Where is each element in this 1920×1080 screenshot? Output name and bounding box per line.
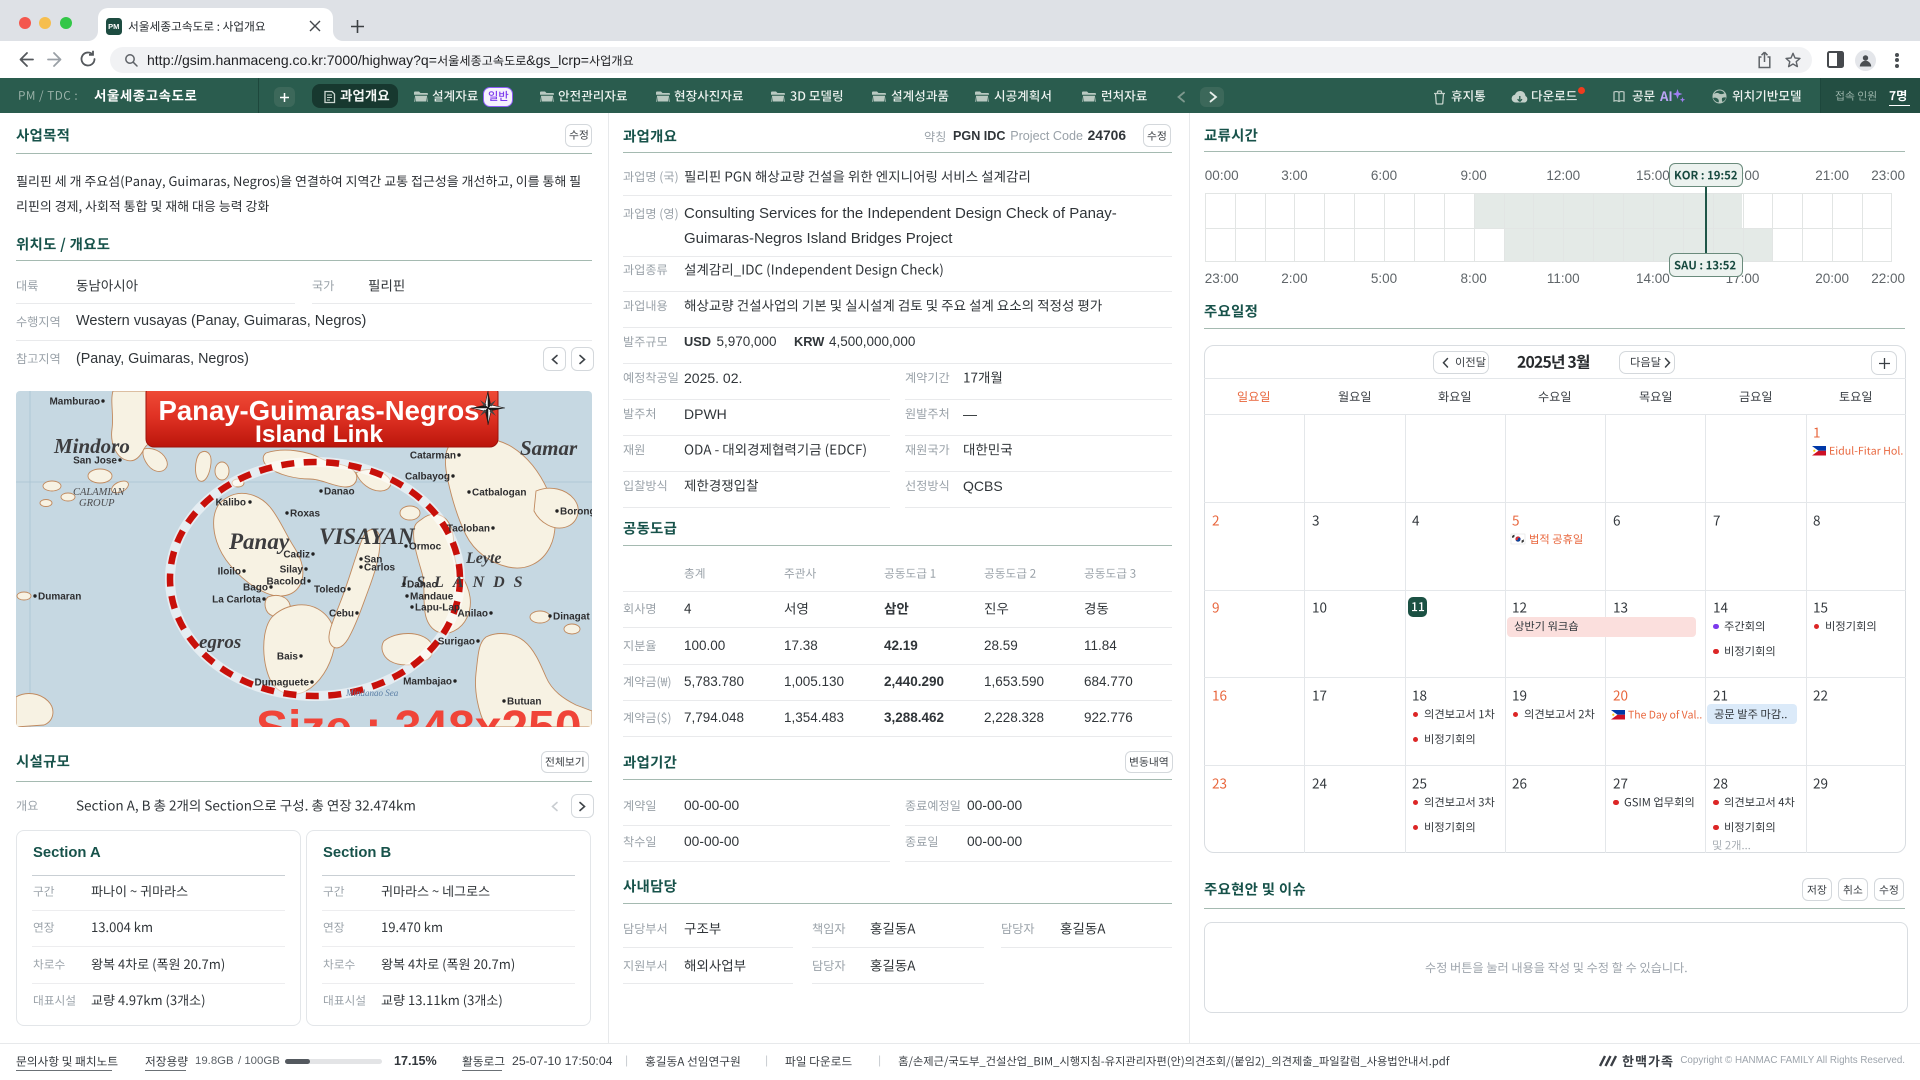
svg-text:Island Link: Island Link (255, 421, 383, 448)
svg-text:Lapu-Lap: Lapu-Lap (415, 603, 460, 614)
svg-text:GROUP: GROUP (79, 498, 115, 509)
svg-text:Surigao: Surigao (438, 637, 475, 648)
svg-text:Dumaran: Dumaran (38, 592, 81, 603)
svg-text:CALAMIAN: CALAMIAN (73, 487, 125, 498)
svg-text:Cadiz: Cadiz (283, 550, 310, 561)
svg-text:Iloilo: Iloilo (218, 567, 241, 578)
svg-text:Mambajao: Mambajao (403, 677, 452, 688)
svg-text:Mindanao Sea: Mindanao Sea (345, 688, 399, 698)
svg-text:Catbalogan: Catbalogan (472, 488, 526, 499)
svg-text:Catarman: Catarman (410, 451, 456, 462)
svg-text:Mandaue: Mandaue (410, 592, 454, 603)
svg-text:Danao: Danao (324, 487, 355, 498)
svg-text:Silay: Silay (280, 565, 304, 576)
svg-text:Danao: Danao (407, 580, 438, 591)
svg-text:Roxas: Roxas (290, 509, 320, 520)
svg-text:Tacloban: Tacloban (447, 524, 490, 535)
svg-text:Bago: Bago (243, 583, 268, 594)
svg-text:San Jose: San Jose (73, 456, 117, 467)
svg-text:Carlos: Carlos (364, 563, 396, 574)
svg-text:Borongan: Borongan (560, 507, 592, 518)
svg-text:Dumaguete: Dumaguete (255, 678, 310, 689)
svg-text:La Carlota: La Carlota (212, 595, 261, 606)
svg-text:Kalibo: Kalibo (215, 498, 246, 509)
svg-text:Toledo: Toledo (314, 585, 346, 596)
svg-text:Cebu: Cebu (329, 609, 354, 620)
svg-text:Bais: Bais (277, 652, 299, 663)
svg-text:Dinagat: Dinagat (553, 612, 590, 623)
svg-text:Leyte: Leyte (465, 550, 502, 567)
svg-text:Bacolod: Bacolod (267, 577, 306, 588)
svg-text:Samar: Samar (520, 436, 578, 460)
svg-text:Panay: Panay (228, 529, 290, 554)
svg-text:Size : 348x250: Size : 348x250 (256, 702, 582, 727)
svg-text:VISAYAN: VISAYAN (319, 524, 416, 549)
svg-text:Mamburao: Mamburao (49, 397, 100, 408)
svg-text:Mindoro: Mindoro (53, 434, 130, 458)
svg-text:Ormoc: Ormoc (409, 542, 442, 553)
svg-text:Anilao: Anilao (457, 609, 488, 620)
svg-text:Calbayog: Calbayog (405, 472, 450, 483)
svg-text:egros: egros (199, 632, 241, 653)
